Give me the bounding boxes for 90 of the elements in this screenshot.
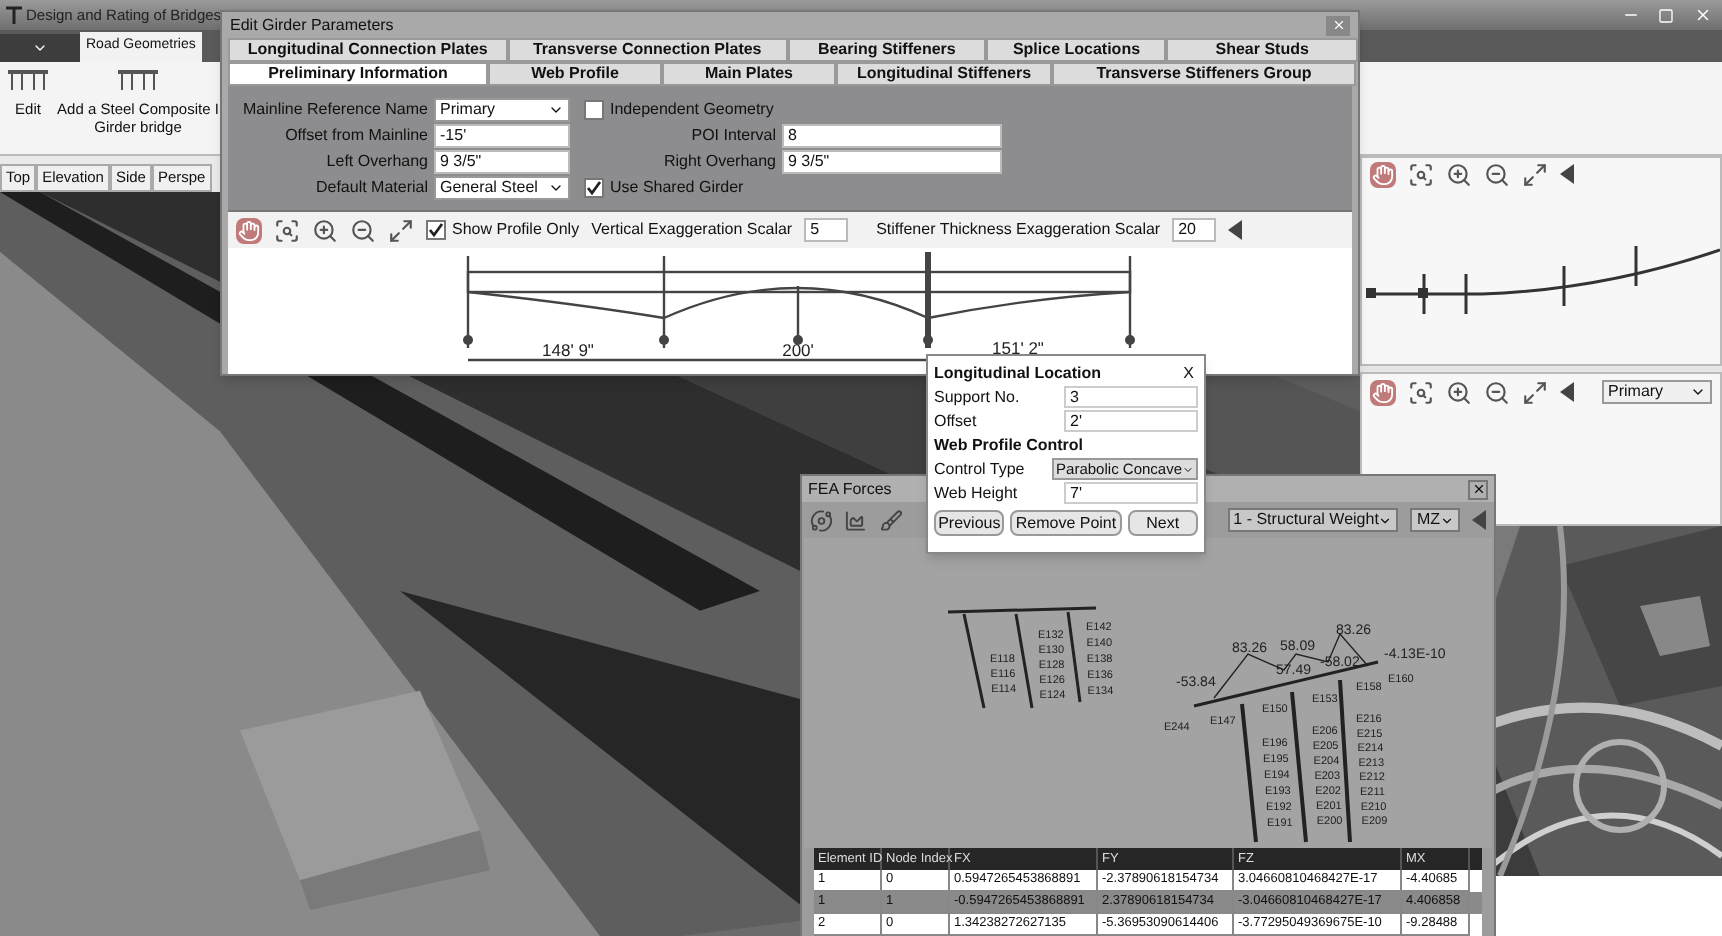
input-field[interactable]: 20 [1172, 218, 1217, 242]
caret-icon [1690, 384, 1706, 400]
window-title: FEA Forces [808, 477, 892, 501]
span-length-label: 151' 2" [992, 338, 1044, 358]
zoom-in-icon[interactable] [1446, 379, 1472, 405]
tab[interactable]: Bearing Stiffeners [787, 38, 987, 62]
caret-icon [1440, 513, 1454, 527]
checkbox[interactable] [426, 220, 446, 240]
checkbox[interactable] [584, 177, 604, 197]
input-field[interactable]: 8 [782, 123, 1002, 147]
collapse-arrow-icon[interactable] [1228, 220, 1243, 240]
area-chart-icon[interactable] [844, 507, 868, 533]
dialog-title: Edit Girder Parameters [230, 13, 394, 37]
field-label: POI Interval [689, 123, 776, 147]
field-label: Right Overhang [661, 149, 776, 173]
field-label: Stiffener Thickness Exaggeration Scalar [876, 218, 1161, 242]
maximize-icon [1657, 7, 1673, 23]
checkbox-label: Show Profile Only [452, 218, 580, 242]
span-length-label: 200' [782, 340, 814, 360]
pan-hand-button[interactable] [1370, 379, 1396, 405]
dropdown[interactable]: Primary [434, 97, 570, 121]
checkbox[interactable] [584, 99, 604, 119]
field-label: Offset from Mainline [283, 123, 428, 147]
tab[interactable]: Shear Studs [1166, 38, 1358, 62]
tab[interactable]: Web Profile [488, 62, 662, 86]
close-button[interactable]: X [1179, 361, 1198, 385]
orbit-icon[interactable] [810, 507, 833, 533]
tab[interactable]: Preliminary Information [228, 62, 488, 86]
input-field[interactable]: 7' [1064, 482, 1198, 504]
section-heading: Web Profile Control [934, 434, 1086, 456]
input-field[interactable]: 2' [1064, 410, 1198, 432]
tab[interactable]: Longitudinal Stiffeners [836, 62, 1052, 86]
field-label: Control Type [934, 457, 1027, 481]
popup-title: Longitudinal Location [934, 361, 1102, 385]
input-field[interactable]: -15' [434, 123, 570, 147]
input-field[interactable]: 5 [804, 218, 849, 242]
field-label: Vertical Exaggeration Scalar [591, 218, 793, 242]
input-field[interactable]: 3 [1064, 386, 1198, 408]
close-button[interactable] [1468, 479, 1488, 499]
collapse-arrow-icon[interactable] [1560, 382, 1574, 402]
zoom-extents-icon[interactable] [1522, 379, 1548, 405]
tab[interactable]: Splice Locations [986, 38, 1167, 62]
collapse-arrow-icon[interactable] [1560, 164, 1574, 184]
hand-icon [1372, 381, 1394, 403]
tab[interactable]: Transverse Connection Plates [507, 38, 787, 62]
field-label: Offset [934, 409, 979, 433]
zoom-extents-icon[interactable] [388, 217, 414, 243]
tab[interactable]: Longitudinal Connection Plates [228, 38, 508, 62]
girder-icon [118, 70, 158, 90]
zoom-in-icon[interactable] [312, 217, 338, 243]
hand-icon [238, 219, 260, 241]
zoom-in-icon[interactable] [1446, 161, 1472, 187]
girder-icon [8, 70, 48, 90]
zoom-window-icon[interactable] [1408, 161, 1434, 187]
input-field[interactable]: 9 3/5" [782, 149, 1002, 173]
close-icon [1693, 6, 1711, 24]
brush-icon[interactable] [879, 507, 903, 533]
field-label: Default Material [313, 175, 428, 199]
zoom-extents-icon[interactable] [1522, 161, 1548, 187]
popup-button[interactable]: Remove Point [1010, 510, 1122, 536]
checkbox-label: Use Shared Girder [610, 175, 744, 199]
field-label: Support No. [934, 385, 1022, 409]
dropdown[interactable]: MZ [1410, 508, 1460, 532]
checkbox-label: Independent Geometry [610, 97, 774, 121]
field-label: Mainline Reference Name [241, 97, 428, 121]
hand-icon [1372, 163, 1394, 185]
dropdown[interactable]: General Steel [434, 175, 570, 199]
field-label: Left Overhang [324, 149, 428, 173]
span-length-label: 148' 9" [542, 340, 594, 360]
pan-hand-button[interactable] [236, 217, 262, 243]
popup-button[interactable]: Next [1127, 510, 1198, 536]
pan-hand-button[interactable] [1370, 161, 1396, 187]
input-field[interactable]: 9 3/5" [434, 149, 570, 173]
close-icon [1331, 18, 1345, 32]
close-icon [1471, 482, 1485, 496]
dropdown[interactable]: Primary [1602, 380, 1712, 404]
tab[interactable]: Main Plates [662, 62, 836, 86]
popup-button[interactable]: Previous [934, 510, 1005, 536]
zoom-out-icon[interactable] [350, 217, 376, 243]
caret-icon [32, 40, 48, 56]
app-logo-icon [6, 6, 22, 24]
zoom-out-icon[interactable] [1484, 379, 1510, 405]
zoom-out-icon[interactable] [1484, 161, 1510, 187]
dropdown[interactable]: 1 - Structural Weight [1227, 508, 1399, 532]
tab[interactable]: Transverse Stiffeners Group [1052, 62, 1356, 86]
caret-icon [1378, 513, 1393, 527]
caret-icon [1182, 463, 1194, 475]
zoom-window-icon[interactable] [274, 217, 300, 243]
zoom-window-icon[interactable] [1408, 379, 1434, 405]
field-label: Web Height [934, 481, 1020, 505]
